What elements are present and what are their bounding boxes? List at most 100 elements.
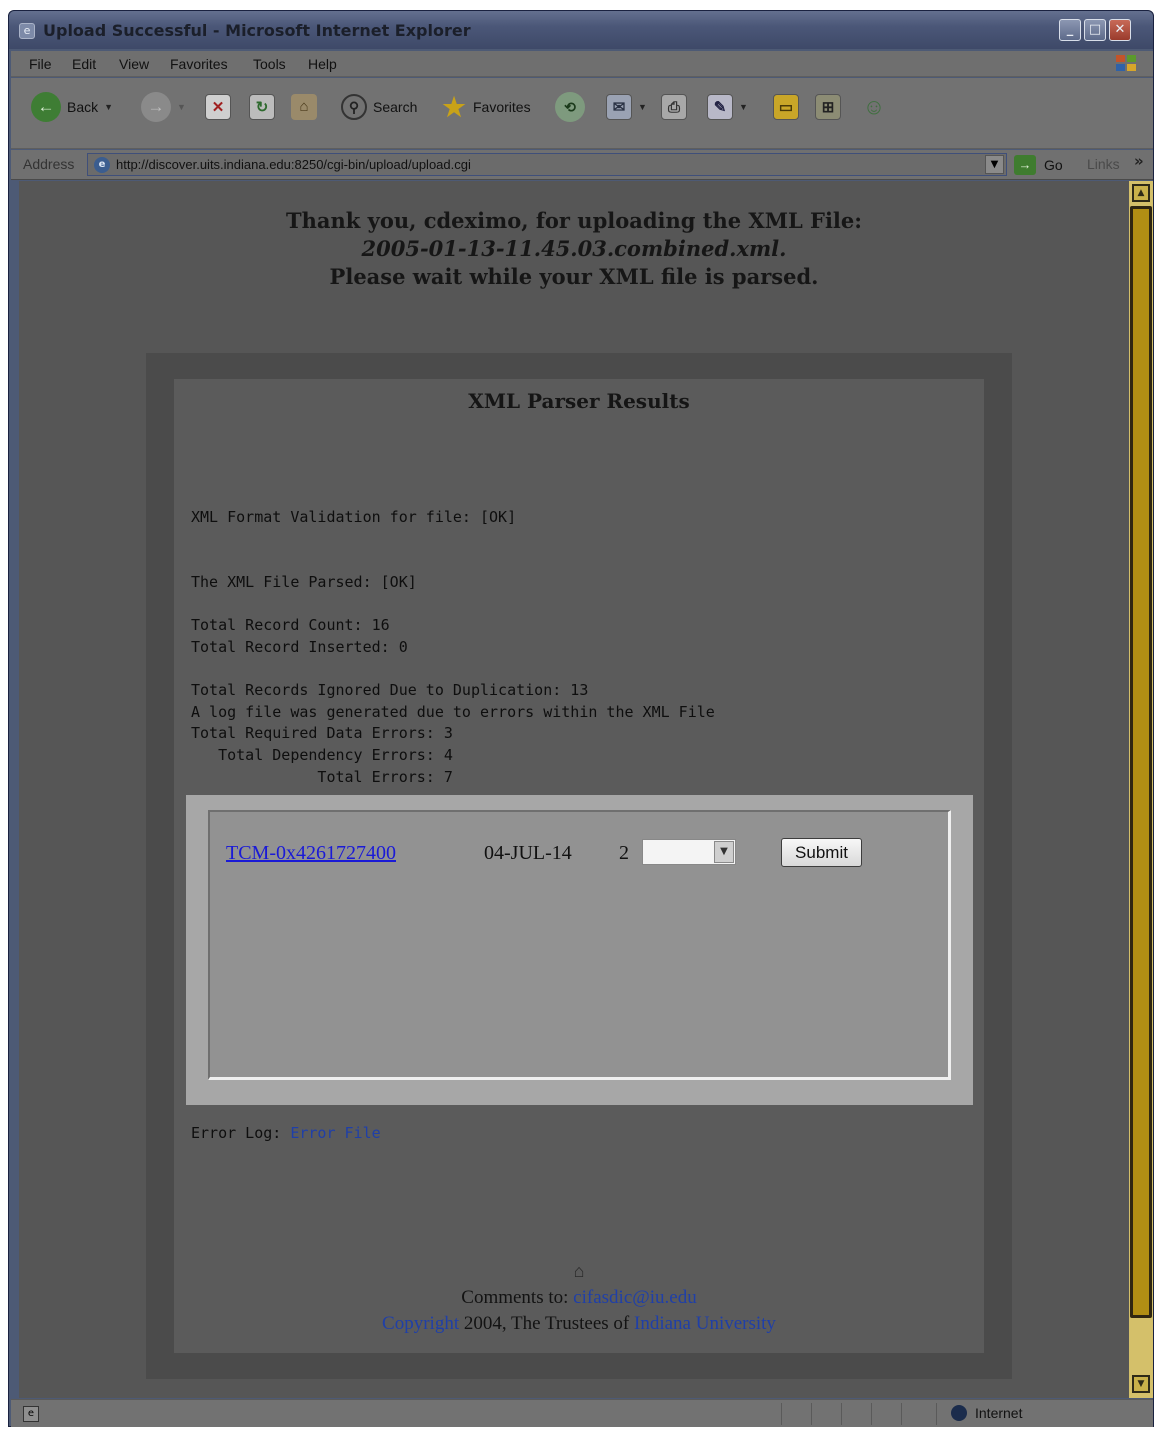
links-label[interactable]: Links: [1087, 156, 1120, 172]
search-icon: ⚲: [341, 94, 367, 120]
printer-icon: ⎙: [661, 94, 687, 120]
window-title: Upload Successful - Microsoft Internet E…: [43, 21, 471, 40]
email-link[interactable]: cifasdic@iu.edu: [573, 1287, 697, 1308]
copyright-link[interactable]: Copyright: [382, 1313, 459, 1334]
status-divider: [936, 1403, 937, 1425]
address-bar: Address e http://discover.uits.indiana.e…: [11, 150, 1153, 180]
status-divider: [781, 1403, 782, 1425]
home-button[interactable]: ⌂: [291, 87, 317, 127]
wait-line: Please wait while your XML file is parse…: [329, 264, 819, 289]
copyright-text: 2004, The Trustees of: [459, 1313, 634, 1334]
scroll-up-button[interactable]: ▲: [1132, 184, 1150, 202]
home-icon[interactable]: ⌂: [574, 1261, 585, 1281]
address-dropdown-button[interactable]: ▼: [985, 155, 1004, 174]
chevron-down-icon: ▼: [104, 102, 114, 112]
error-file-link[interactable]: Error File: [290, 1124, 380, 1142]
go-button[interactable]: → Go: [1014, 153, 1063, 177]
address-input[interactable]: e http://discover.uits.indiana.edu:8250/…: [87, 153, 1007, 176]
error-log-line: Error Log: Error File: [191, 1124, 381, 1142]
submit-button[interactable]: Submit: [781, 838, 862, 867]
ie-page-icon: e: [94, 157, 110, 173]
address-url: http://discover.uits.indiana.edu:8250/cg…: [116, 157, 471, 172]
results-panel: XML Parser Results XML Format Validation…: [174, 379, 984, 1353]
record-list: TCM-0x4261727400 04-JUL-14 2 ▼ Submit: [208, 810, 951, 1080]
forward-button[interactable]: → ▼: [141, 87, 186, 127]
search-label: Search: [373, 99, 418, 115]
status-divider: [901, 1403, 902, 1425]
print-button[interactable]: ⎙: [661, 87, 687, 127]
menu-edit[interactable]: Edit: [72, 56, 96, 72]
back-button[interactable]: ← Back ▼: [31, 87, 113, 127]
menu-help[interactable]: Help: [308, 56, 337, 72]
discuss-button[interactable]: ▭: [773, 87, 799, 127]
chevron-down-icon[interactable]: ▼: [714, 841, 734, 863]
record-inserted-line: Total Record Inserted: 0: [191, 638, 408, 656]
star-icon: ★: [442, 92, 466, 122]
menu-favorites[interactable]: Favorites: [170, 56, 228, 72]
page-icon: e: [23, 1406, 39, 1422]
security-zone: Internet: [951, 1405, 1022, 1421]
chevron-down-icon: ▼: [739, 102, 748, 112]
address-label: Address: [23, 156, 75, 172]
close-button[interactable]: ✕: [1109, 19, 1131, 41]
parsed-line: The XML File Parsed: [OK]: [191, 573, 417, 591]
go-label: Go: [1044, 157, 1063, 173]
results-title: XML Parser Results: [468, 389, 690, 413]
error-log-label: Error Log:: [191, 1124, 291, 1142]
menu-file[interactable]: File: [29, 56, 52, 72]
ie-icon: e: [19, 23, 35, 39]
menu-view[interactable]: View: [119, 56, 149, 72]
research-button[interactable]: ⊞: [815, 87, 841, 127]
folder-icon: ▭: [773, 94, 799, 120]
edit-button[interactable]: ✎ ▼: [707, 87, 748, 127]
messenger-button[interactable]: ☺: [859, 87, 889, 127]
page-footer: ⌂ Comments to: cifasdic@iu.edu Copyright…: [174, 1259, 984, 1337]
status-divider: [841, 1403, 842, 1425]
required-errors-line: Total Required Data Errors: 3: [191, 724, 453, 742]
upload-message: Thank you, cdeximo, for uploading the XM…: [19, 207, 1129, 291]
mail-button[interactable]: ✉ ▼: [606, 87, 647, 127]
menu-bar: File Edit View Favorites Tools Help: [11, 51, 1153, 77]
history-button[interactable]: ⟲: [555, 87, 585, 127]
comments-label: Comments to:: [461, 1287, 574, 1308]
maximize-button[interactable]: □: [1084, 19, 1106, 41]
validation-line: XML Format Validation for file: [OK]: [191, 508, 517, 526]
standard-toolbar: ← Back ▼ → ▼ ✕ ↻ ⌂ ⚲ Search ★ Favorites …: [11, 78, 1153, 149]
scroll-down-button[interactable]: ▼: [1132, 1375, 1150, 1393]
ignored-line: Total Records Ignored Due to Duplication…: [191, 681, 589, 699]
record-date: 04-JUL-14: [484, 842, 572, 864]
record-link[interactable]: TCM-0x4261727400: [226, 842, 396, 865]
status-bar: e Internet: [11, 1399, 1153, 1427]
refresh-button[interactable]: ↻: [249, 87, 275, 127]
favorites-label: Favorites: [473, 99, 531, 115]
stop-button[interactable]: ✕: [205, 87, 231, 127]
page-viewport: Thank you, cdeximo, for uploading the XM…: [19, 181, 1129, 1398]
chevron-down-icon: ▼: [177, 102, 186, 112]
edit-page-icon: ✎: [707, 94, 733, 120]
go-arrow-icon: →: [1014, 155, 1036, 175]
record-count-line: Total Record Count: 16: [191, 616, 390, 634]
results-outer-panel: XML Parser Results XML Format Validation…: [146, 353, 1012, 1379]
zone-label: Internet: [975, 1405, 1023, 1421]
forward-arrow-icon: →: [141, 92, 171, 122]
windows-logo-icon: [1113, 53, 1139, 75]
search-button[interactable]: ⚲ Search: [341, 87, 417, 127]
menu-tools[interactable]: Tools: [253, 56, 286, 72]
status-divider: [871, 1403, 872, 1425]
favorites-button[interactable]: ★ Favorites: [439, 87, 531, 127]
messenger-icon: ☺: [862, 94, 886, 119]
back-label: Back: [67, 99, 99, 115]
minimize-button[interactable]: _: [1059, 19, 1081, 41]
stop-icon: ✕: [205, 94, 231, 120]
chevron-right-icon[interactable]: »: [1134, 152, 1144, 170]
research-icon: ⊞: [815, 94, 841, 120]
university-link[interactable]: Indiana University: [634, 1313, 776, 1334]
uploaded-filename: 2005-01-13-11.45.03.combined.xml.: [361, 236, 787, 261]
vertical-scrollbar[interactable]: ▲ ▼: [1129, 181, 1153, 1398]
status-divider: [811, 1403, 812, 1425]
log-note-line: A log file was generated due to errors w…: [191, 703, 715, 721]
back-arrow-icon: ←: [31, 92, 61, 122]
title-bar[interactable]: e Upload Successful - Microsoft Internet…: [9, 11, 1153, 49]
record-action-select[interactable]: ▼: [642, 839, 736, 865]
scroll-thumb[interactable]: [1130, 206, 1152, 1318]
